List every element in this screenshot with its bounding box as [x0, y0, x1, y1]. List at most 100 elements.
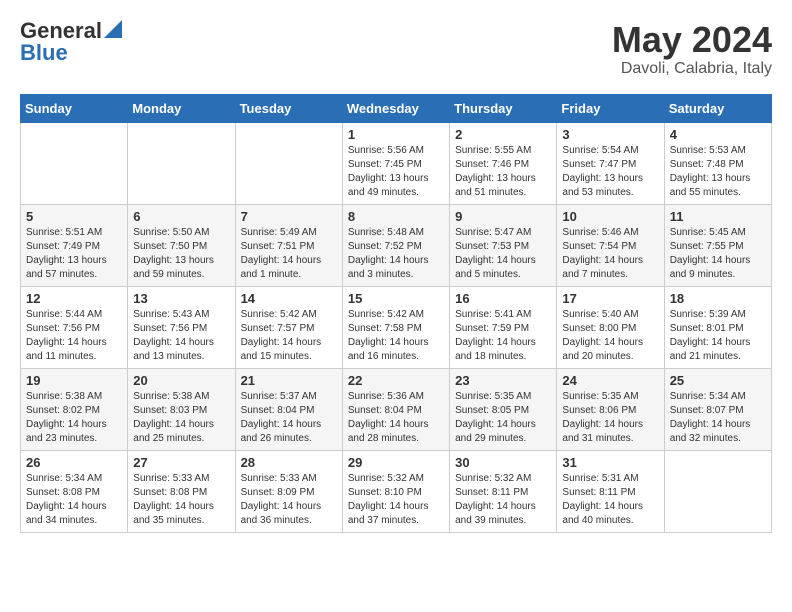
calendar-cell: 3Sunrise: 5:54 AM Sunset: 7:47 PM Daylig… [557, 122, 664, 204]
weekday-header: Monday [128, 94, 235, 122]
weekday-header: Friday [557, 94, 664, 122]
weekday-header: Sunday [21, 94, 128, 122]
calendar-cell: 16 Sunrise: 5:41 AM Sunset: 7:59 PM Dayli… [450, 286, 557, 368]
calendar-cell: 24Sunrise: 5:35 AM Sunset: 8:06 PM Dayli… [557, 368, 664, 450]
calendar-cell: 21 Sunrise: 5:37 AM Sunset: 8:04 PM Dayli… [235, 368, 342, 450]
day-info: Sunrise: 5:33 AM Sunset: 8:08 PM Dayligh… [133, 472, 229, 528]
calendar-cell: 13Sunrise: 5:43 AM Sunset: 7:56 PM Dayli… [128, 286, 235, 368]
calendar-title: May 2024 [612, 20, 772, 60]
calendar-cell: 30 Sunrise: 5:32 AM Sunset: 8:11 PM Dayli… [450, 450, 557, 532]
calendar-cell: 18Sunrise: 5:39 AM Sunset: 8:01 PM Dayli… [664, 286, 771, 368]
calendar-cell: 14 Sunrise: 5:42 AM Sunset: 7:57 PM Dayli… [235, 286, 342, 368]
day-info: Sunrise: 5:49 AM Sunset: 7:51 PM Dayligh… [241, 226, 337, 282]
day-number: 29 [348, 455, 444, 470]
title-area: May 2024 Davoli, Calabria, Italy [612, 20, 772, 78]
calendar-cell: 5 Sunrise: 5:51 AM Sunset: 7:49 PM Daylig… [21, 204, 128, 286]
day-info: Sunrise: 5:39 AM Sunset: 8:01 PM Dayligh… [670, 308, 766, 364]
day-number: 30 [455, 455, 551, 470]
calendar-cell: 6 Sunrise: 5:50 AM Sunset: 7:50 PM Daylig… [128, 204, 235, 286]
calendar-cell: 9 Sunrise: 5:47 AM Sunset: 7:53 PM Daylig… [450, 204, 557, 286]
calendar-cell: 10 Sunrise: 5:46 AM Sunset: 7:54 PM Dayli… [557, 204, 664, 286]
day-number: 14 [241, 291, 337, 306]
header: General Blue May 2024 Davoli, Calabria, … [20, 20, 772, 78]
calendar-cell [664, 450, 771, 532]
calendar-cell: 17 Sunrise: 5:40 AM Sunset: 8:00 PM Dayli… [557, 286, 664, 368]
day-info: Sunrise: 5:38 AM Sunset: 8:02 PM Dayligh… [26, 390, 122, 446]
calendar-cell: 29 Sunrise: 5:32 AM Sunset: 8:10 PM Dayli… [342, 450, 449, 532]
calendar-cell [128, 122, 235, 204]
day-info: Sunrise: 5:47 AM Sunset: 7:53 PM Dayligh… [455, 226, 551, 282]
calendar-cell: 2Sunrise: 5:55 AM Sunset: 7:46 PM Daylig… [450, 122, 557, 204]
day-info: Sunrise: 5:48 AM Sunset: 7:52 PM Dayligh… [348, 226, 444, 282]
day-number: 21 [241, 373, 337, 388]
day-info: Sunrise: 5:32 AM Sunset: 8:11 PM Dayligh… [455, 472, 551, 528]
calendar-cell: 22 Sunrise: 5:36 AM Sunset: 8:04 PM Dayli… [342, 368, 449, 450]
calendar-cell: 27 Sunrise: 5:33 AM Sunset: 8:08 PM Dayli… [128, 450, 235, 532]
weekday-header-row: SundayMondayTuesdayWednesdayThursdayFrid… [21, 94, 772, 122]
day-info: Sunrise: 5:44 AM Sunset: 7:56 PM Dayligh… [26, 308, 122, 364]
day-info: Sunrise: 5:41 AM Sunset: 7:59 PM Dayligh… [455, 308, 551, 364]
day-number: 2 [455, 127, 551, 142]
day-number: 23 [455, 373, 551, 388]
calendar-cell: 11 Sunrise: 5:45 AM Sunset: 7:55 PM Dayli… [664, 204, 771, 286]
day-number: 31 [562, 455, 658, 470]
day-number: 5 [26, 209, 122, 224]
logo-blue: Blue [20, 42, 68, 64]
calendar-week-row: 12 Sunrise: 5:44 AM Sunset: 7:56 PM Dayli… [21, 286, 772, 368]
day-number: 15 [348, 291, 444, 306]
day-info: Sunrise: 5:36 AM Sunset: 8:04 PM Dayligh… [348, 390, 444, 446]
calendar-cell: 4Sunrise: 5:53 AM Sunset: 7:48 PM Daylig… [664, 122, 771, 204]
calendar-cell: 19 Sunrise: 5:38 AM Sunset: 8:02 PM Dayli… [21, 368, 128, 450]
day-info: Sunrise: 5:51 AM Sunset: 7:49 PM Dayligh… [26, 226, 122, 282]
day-info: Sunrise: 5:34 AM Sunset: 8:07 PM Dayligh… [670, 390, 766, 446]
calendar-cell: 8 Sunrise: 5:48 AM Sunset: 7:52 PM Daylig… [342, 204, 449, 286]
day-info: Sunrise: 5:35 AM Sunset: 8:06 PM Dayligh… [562, 390, 658, 446]
day-number: 1 [348, 127, 444, 142]
day-number: 22 [348, 373, 444, 388]
calendar-cell: 31Sunrise: 5:31 AM Sunset: 8:11 PM Dayli… [557, 450, 664, 532]
day-info: Sunrise: 5:33 AM Sunset: 8:09 PM Dayligh… [241, 472, 337, 528]
day-number: 12 [26, 291, 122, 306]
calendar-week-row: 5 Sunrise: 5:51 AM Sunset: 7:49 PM Daylig… [21, 204, 772, 286]
calendar-cell: 20 Sunrise: 5:38 AM Sunset: 8:03 PM Dayli… [128, 368, 235, 450]
day-info: Sunrise: 5:45 AM Sunset: 7:55 PM Dayligh… [670, 226, 766, 282]
day-number: 16 [455, 291, 551, 306]
weekday-header: Saturday [664, 94, 771, 122]
day-number: 19 [26, 373, 122, 388]
day-number: 17 [562, 291, 658, 306]
day-info: Sunrise: 5:42 AM Sunset: 7:57 PM Dayligh… [241, 308, 337, 364]
day-info: Sunrise: 5:38 AM Sunset: 8:03 PM Dayligh… [133, 390, 229, 446]
calendar-cell: 23 Sunrise: 5:35 AM Sunset: 8:05 PM Dayli… [450, 368, 557, 450]
day-info: Sunrise: 5:56 AM Sunset: 7:45 PM Dayligh… [348, 144, 444, 200]
day-info: Sunrise: 5:50 AM Sunset: 7:50 PM Dayligh… [133, 226, 229, 282]
logo: General Blue [20, 20, 122, 64]
day-info: Sunrise: 5:46 AM Sunset: 7:54 PM Dayligh… [562, 226, 658, 282]
weekday-header: Tuesday [235, 94, 342, 122]
day-number: 8 [348, 209, 444, 224]
day-number: 7 [241, 209, 337, 224]
calendar-week-row: 26Sunrise: 5:34 AM Sunset: 8:08 PM Dayli… [21, 450, 772, 532]
calendar-week-row: 1 Sunrise: 5:56 AM Sunset: 7:45 PM Daylig… [21, 122, 772, 204]
day-number: 11 [670, 209, 766, 224]
day-number: 9 [455, 209, 551, 224]
day-info: Sunrise: 5:43 AM Sunset: 7:56 PM Dayligh… [133, 308, 229, 364]
logo-general: General [20, 20, 102, 42]
day-info: Sunrise: 5:35 AM Sunset: 8:05 PM Dayligh… [455, 390, 551, 446]
logo-arrow-icon [104, 20, 122, 38]
calendar-table: SundayMondayTuesdayWednesdayThursdayFrid… [20, 94, 772, 533]
calendar-cell [21, 122, 128, 204]
day-info: Sunrise: 5:40 AM Sunset: 8:00 PM Dayligh… [562, 308, 658, 364]
day-number: 6 [133, 209, 229, 224]
day-number: 27 [133, 455, 229, 470]
weekday-header: Thursday [450, 94, 557, 122]
day-info: Sunrise: 5:37 AM Sunset: 8:04 PM Dayligh… [241, 390, 337, 446]
day-info: Sunrise: 5:32 AM Sunset: 8:10 PM Dayligh… [348, 472, 444, 528]
day-number: 28 [241, 455, 337, 470]
day-number: 20 [133, 373, 229, 388]
calendar-week-row: 19 Sunrise: 5:38 AM Sunset: 8:02 PM Dayli… [21, 368, 772, 450]
day-number: 3 [562, 127, 658, 142]
day-number: 10 [562, 209, 658, 224]
day-number: 26 [26, 455, 122, 470]
calendar-cell: 25Sunrise: 5:34 AM Sunset: 8:07 PM Dayli… [664, 368, 771, 450]
calendar-cell: 26Sunrise: 5:34 AM Sunset: 8:08 PM Dayli… [21, 450, 128, 532]
